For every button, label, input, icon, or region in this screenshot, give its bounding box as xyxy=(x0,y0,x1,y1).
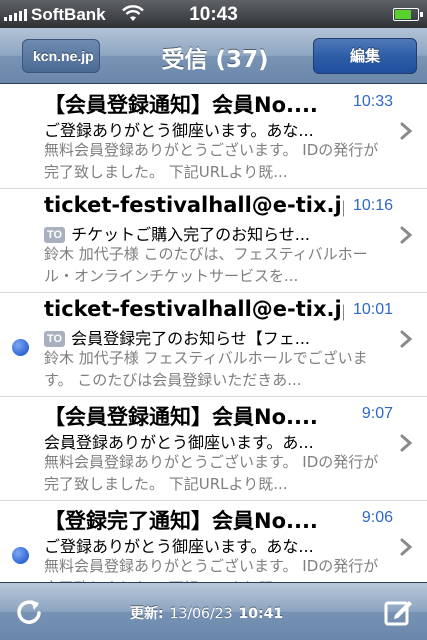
message-list: 【会員登録通知】会員No.... 10:33 ご登録ありがとう御座います。あな.… xyxy=(0,85,427,582)
message-subject-text: チケットご購入完了のお知らせ... xyxy=(71,225,311,244)
bottom-toolbar: 更新: 13/06/23 10:41 xyxy=(0,582,427,640)
message-sender: 【登録完了通知】会員No.... xyxy=(44,509,318,533)
last-updated: 更新: 13/06/23 10:41 xyxy=(130,603,300,623)
message-preview: 鈴木 加代子様 このたびは、フェスティバルホール・オンラインチケットサービスを.… xyxy=(44,245,368,285)
message-sender: 【会員登録通知】会員No.... xyxy=(44,405,318,429)
message-time: 10:16 xyxy=(352,197,393,214)
message-time: 10:01 xyxy=(352,301,393,318)
message-preview: 無料会員登録ありがとうございます。 IDの発行が完了致しました。 下記URLより… xyxy=(44,557,379,582)
message-preview: 鈴木 加代子様 フェスティバルホールでございます。 このたびは会員登録いただきあ… xyxy=(44,349,368,389)
message-row[interactable]: ticket-festivalhall@e-tix.jp 10:16 TO チケッ… xyxy=(0,189,427,293)
status-bar: SoftBank 10:43 xyxy=(0,0,427,28)
refresh-icon[interactable] xyxy=(14,597,44,627)
message-subject: 会員登録ありがとう御座います。あ... xyxy=(44,429,374,453)
message-time: 10:33 xyxy=(352,93,393,110)
page-title: 受信 (37) xyxy=(161,47,269,73)
to-badge: TO xyxy=(44,227,66,243)
to-badge: TO xyxy=(44,331,66,347)
last-updated-date: 13/06/23 xyxy=(169,606,233,622)
message-time: 9:06 xyxy=(361,509,393,526)
chevron-right-icon xyxy=(400,226,413,244)
clock: 10:43 xyxy=(189,4,238,25)
message-subject: ご登録ありがとう御座います。あな... xyxy=(44,117,374,141)
chevron-right-icon xyxy=(400,538,413,556)
message-sender: ticket-festivalhall@e-tix.jp xyxy=(44,193,344,217)
edit-button[interactable]: 編集 xyxy=(313,38,417,74)
message-subject: ご登録ありがとう御座います。あな... xyxy=(44,533,374,557)
chevron-right-icon xyxy=(400,330,413,348)
message-subject: TO チケットご購入完了のお知らせ... xyxy=(44,221,374,245)
battery-icon xyxy=(393,8,423,21)
back-button-label: kcn.ne.jp xyxy=(33,48,94,64)
message-preview: 無料会員登録ありがとうございます。 IDの発行が完了致しました。 下記URLより… xyxy=(44,141,379,181)
message-row[interactable]: 【会員登録通知】会員No.... 9:07 会員登録ありがとう御座います。あ..… xyxy=(0,397,427,501)
back-button[interactable]: kcn.ne.jp xyxy=(22,39,100,73)
unread-indicator-icon xyxy=(12,547,29,564)
message-preview: 無料会員登録ありがとうございます。 IDの発行が完了致しました。 下記URLより… xyxy=(44,453,379,493)
chevron-right-icon xyxy=(400,434,413,452)
message-row[interactable]: ticket-festivalhall@e-tix.jp 10:01 TO 会員登… xyxy=(0,293,427,397)
message-time: 9:07 xyxy=(361,405,393,422)
message-subject-text: 会員登録ありがとう御座います。あ... xyxy=(44,433,314,452)
unread-indicator-icon xyxy=(12,339,29,356)
message-subject-text: 会員登録完了のお知らせ【フェ... xyxy=(71,329,311,348)
compose-icon[interactable] xyxy=(383,597,413,627)
last-updated-label: 更新: xyxy=(130,606,164,622)
message-subject-text: ご登録ありがとう御座います。あな... xyxy=(44,537,314,556)
last-updated-time: 10:41 xyxy=(238,606,284,622)
message-sender: 【会員登録通知】会員No.... xyxy=(44,93,318,117)
nav-bar: kcn.ne.jp 受信 (37) 編集 xyxy=(0,28,427,84)
message-row[interactable]: 【登録完了通知】会員No.... 9:06 ご登録ありがとう御座います。あな..… xyxy=(0,501,427,582)
message-subject: TO 会員登録完了のお知らせ【フェ... xyxy=(44,325,374,349)
chevron-right-icon xyxy=(400,122,413,140)
message-row[interactable]: 【会員登録通知】会員No.... 10:33 ご登録ありがとう御座います。あな.… xyxy=(0,85,427,189)
message-subject-text: ご登録ありがとう御座います。あな... xyxy=(44,121,314,140)
message-sender: ticket-festivalhall@e-tix.jp xyxy=(44,297,344,321)
